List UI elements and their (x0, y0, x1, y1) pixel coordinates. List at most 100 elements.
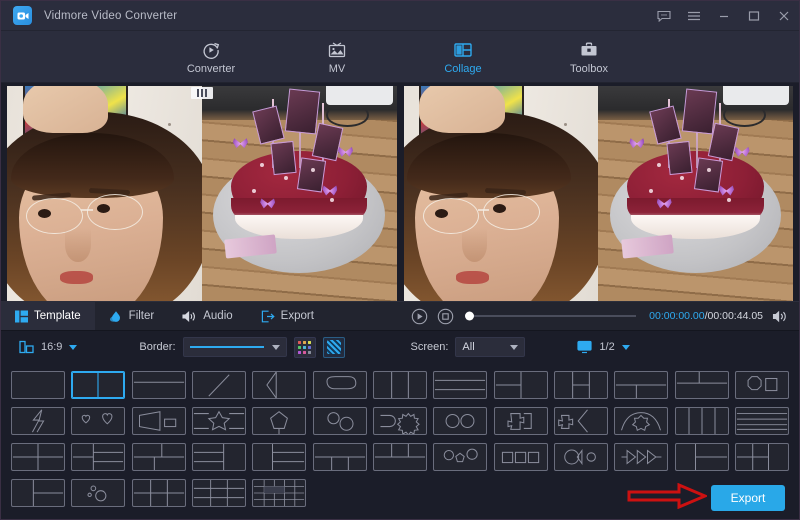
app-title: Vidmore Video Converter (44, 10, 177, 22)
editor-cell-right[interactable] (202, 86, 397, 301)
template-item[interactable] (373, 439, 427, 475)
template-item[interactable] (735, 367, 789, 403)
template-item[interactable] (614, 367, 668, 403)
template-thumb-d-gear (373, 407, 427, 435)
converter-icon (201, 38, 221, 60)
template-item[interactable] (313, 367, 367, 403)
menu-icon[interactable] (679, 1, 709, 31)
collage-panels-icon (453, 38, 473, 60)
template-item[interactable] (433, 367, 487, 403)
volume-icon[interactable] (772, 309, 789, 324)
footer-bar: Export (1, 477, 799, 519)
color-palette-icon[interactable] (294, 337, 316, 358)
preview-cell-right (598, 86, 793, 301)
template-item[interactable] (132, 439, 186, 475)
chevron-down-icon[interactable] (272, 345, 280, 350)
template-item[interactable] (313, 403, 367, 439)
time-display: 00:00:00.00/00:00:44.05 (649, 310, 763, 322)
template-item[interactable] (192, 367, 246, 403)
tab-audio[interactable]: Audio (168, 302, 246, 330)
template-item[interactable] (674, 367, 728, 403)
template-thumb-mixed-d (132, 443, 186, 471)
template-thumb-arch-cross (614, 407, 668, 435)
progress-thumb[interactable] (465, 312, 474, 321)
template-item[interactable] (373, 367, 427, 403)
split-drag-handle[interactable] (191, 87, 213, 99)
minimize-icon[interactable] (709, 1, 739, 31)
template-thumb-mixed-g (735, 443, 789, 471)
feedback-icon[interactable] (649, 1, 679, 31)
tab-filter[interactable]: Filter (95, 302, 169, 330)
template-item[interactable] (192, 439, 246, 475)
template-item[interactable] (313, 439, 367, 475)
editor-cell-left[interactable] (7, 86, 202, 301)
close-icon[interactable] (769, 1, 799, 31)
template-thumb-mixed-c (71, 443, 125, 471)
chevron-down-icon[interactable] (510, 345, 518, 350)
template-item[interactable] (71, 403, 125, 439)
template-item[interactable] (554, 367, 608, 403)
template-thumb-left-rows2 (252, 443, 306, 471)
border-control: Border: (139, 337, 344, 358)
template-item[interactable] (433, 439, 487, 475)
template-item[interactable] (493, 403, 547, 439)
aspect-ratio-icon (19, 340, 34, 355)
chevron-down-icon[interactable] (69, 345, 77, 350)
page-control[interactable]: 1/2 (577, 340, 629, 354)
template-item[interactable] (11, 367, 65, 403)
stop-button[interactable] (437, 308, 454, 325)
template-item[interactable] (71, 439, 125, 475)
chevron-down-icon[interactable] (622, 345, 630, 350)
template-item[interactable] (735, 439, 789, 475)
template-thumb-mixed-e (192, 443, 246, 471)
template-item[interactable] (192, 403, 246, 439)
clip-thumbnail-person (7, 86, 202, 301)
template-item[interactable] (674, 403, 728, 439)
template-thumb-rounded-inset (313, 371, 367, 399)
template-item[interactable] (132, 367, 186, 403)
template-item[interactable] (252, 403, 306, 439)
template-item[interactable] (493, 367, 547, 403)
template-item[interactable] (493, 439, 547, 475)
template-item[interactable] (11, 439, 65, 475)
template-item[interactable] (554, 403, 608, 439)
aspect-ratio-control[interactable]: 16:9 (19, 340, 77, 355)
export-button[interactable]: Export (711, 485, 785, 511)
palette-dots (298, 341, 311, 354)
template-item[interactable] (252, 367, 306, 403)
template-item[interactable] (252, 439, 306, 475)
preview-cell-left (404, 86, 599, 301)
template-item[interactable] (132, 403, 186, 439)
border-style-dropdown[interactable] (183, 337, 287, 357)
editor-tabs: Template Filter (1, 302, 401, 330)
tab-export[interactable]: Export (247, 302, 328, 330)
template-thumb-squares-3 (494, 443, 548, 471)
template-item[interactable] (433, 403, 487, 439)
stripe-pattern-icon[interactable] (323, 337, 345, 358)
template-item[interactable] (735, 403, 789, 439)
tab-template[interactable]: Template (1, 302, 95, 330)
maximize-icon[interactable] (739, 1, 769, 31)
aspect-ratio-value: 16:9 (41, 341, 62, 353)
collage-editor-pane[interactable] (7, 86, 397, 301)
preview-area (1, 83, 799, 301)
nav-item-collage[interactable]: Collage (424, 38, 502, 75)
nav-item-converter[interactable]: Converter (172, 38, 250, 75)
progress-slider[interactable] (467, 315, 636, 317)
nav-item-mv[interactable]: MV (298, 38, 376, 75)
template-item[interactable] (11, 403, 65, 439)
template-thumb-lightning (11, 407, 65, 435)
template-item[interactable] (614, 403, 668, 439)
template-item[interactable] (674, 439, 728, 475)
toolbox-icon (579, 38, 599, 60)
template-item[interactable] (614, 439, 668, 475)
template-thumb-cols-4 (675, 407, 729, 435)
nav-item-toolbox[interactable]: Toolbox (550, 38, 628, 75)
template-item[interactable] (373, 403, 427, 439)
template-item[interactable] (71, 367, 125, 403)
nav-label-toolbox: Toolbox (570, 63, 608, 75)
output-preview-pane[interactable] (404, 86, 794, 301)
template-item[interactable] (554, 439, 608, 475)
play-button[interactable] (411, 308, 428, 325)
screen-dropdown[interactable]: All (455, 337, 525, 357)
